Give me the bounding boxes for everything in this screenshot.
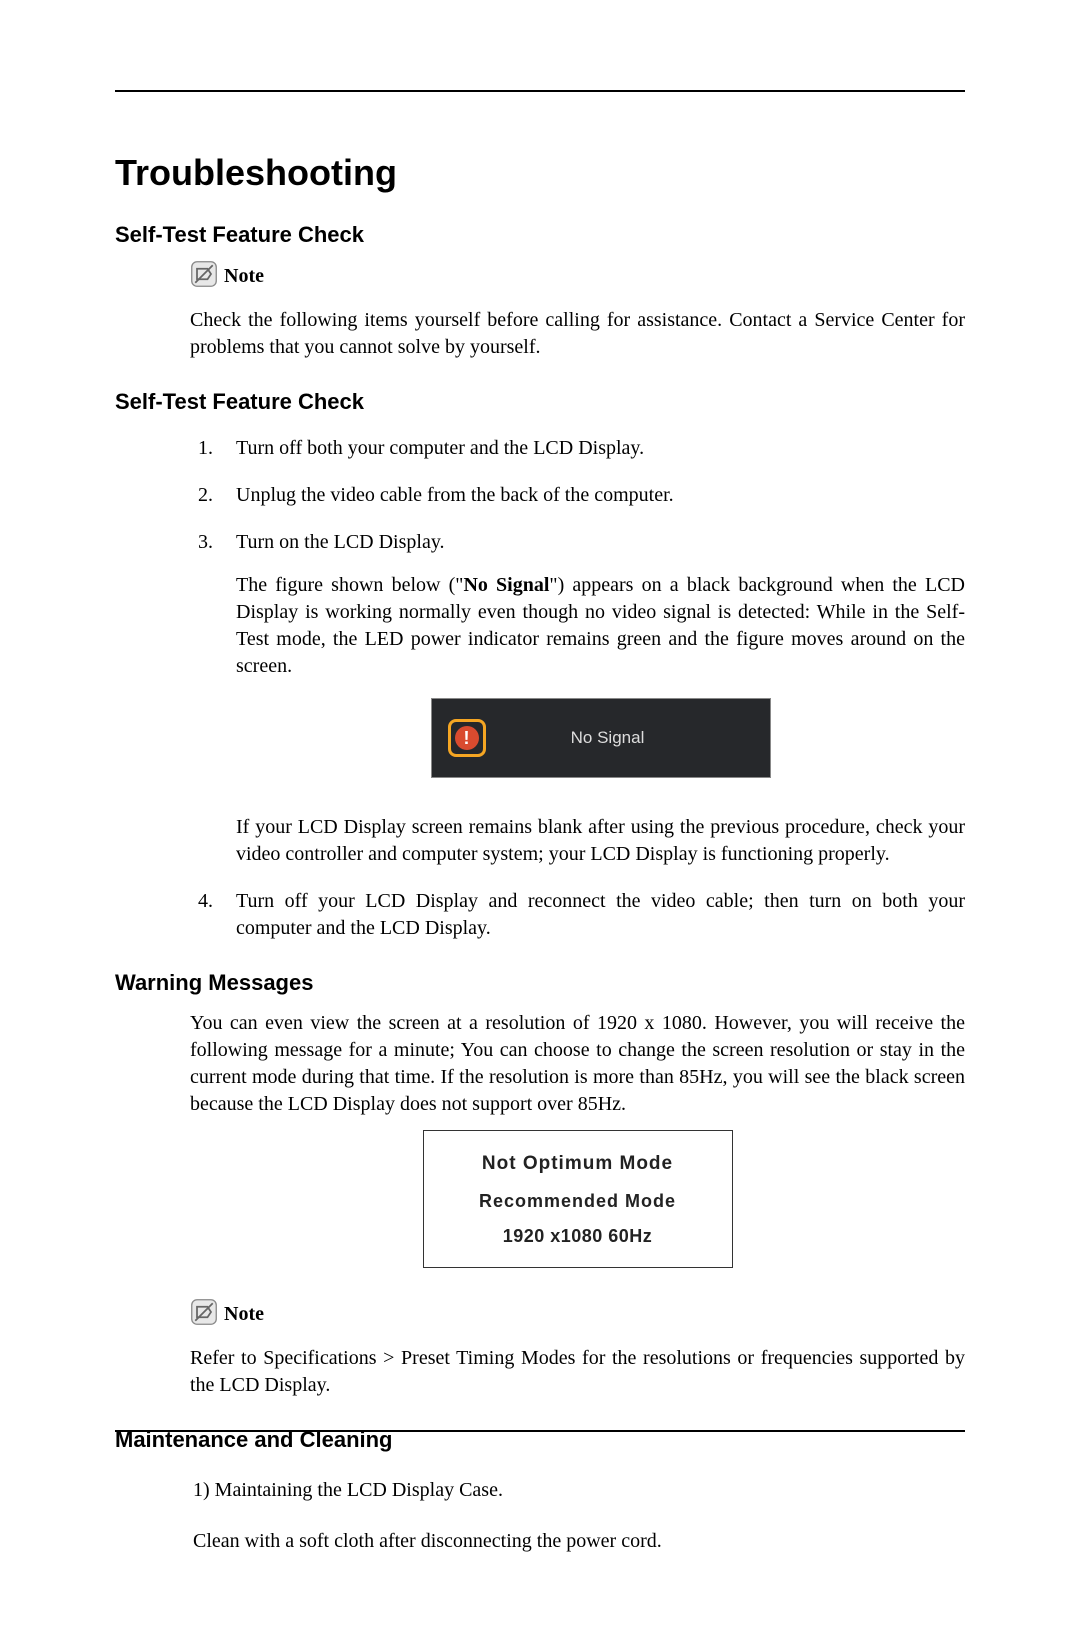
maintenance-line1: 1) Maintaining the LCD Display Case.: [193, 1477, 965, 1504]
box-line1: Not Optimum Mode: [434, 1153, 722, 1175]
note-block: Note: [190, 260, 965, 293]
heading-self-test-2: Self-Test Feature Check: [115, 389, 965, 415]
box-line2: Recommended Mode: [434, 1191, 722, 1212]
step-4: Turn off your LCD Display and reconnect …: [236, 890, 965, 939]
no-signal-figure: ! No Signal: [431, 698, 771, 778]
note-text-2: Refer to Specifications > Preset Timing …: [190, 1345, 965, 1399]
figure-description: The figure shown below ("No Signal") app…: [236, 572, 965, 680]
box-line3: 1920 x1080 60Hz: [434, 1226, 722, 1247]
list-item: Turn off both your computer and the LCD …: [218, 435, 965, 462]
exclamation-icon: !: [455, 726, 479, 750]
alert-icon: !: [448, 719, 486, 757]
note-icon: [190, 260, 218, 293]
not-optimum-mode-figure: Not Optimum Mode Recommended Mode 1920 x…: [423, 1130, 733, 1268]
page-title: Troubleshooting: [115, 152, 965, 194]
step-1: Turn off both your computer and the LCD …: [236, 437, 644, 459]
note-label: Note: [224, 265, 264, 288]
step-2: Unplug the video cable from the back of …: [236, 484, 674, 506]
step-3: Turn on the LCD Display.: [236, 531, 445, 553]
note-icon: [190, 1298, 218, 1331]
heading-warning-messages: Warning Messages: [115, 970, 965, 996]
divider-bottom: [115, 1430, 965, 1432]
list-item: Turn on the LCD Display. The figure show…: [218, 529, 965, 868]
list-item: Turn off your LCD Display and reconnect …: [218, 888, 965, 942]
after-figure-text: If your LCD Display screen remains blank…: [236, 814, 965, 868]
heading-self-test-1: Self-Test Feature Check: [115, 222, 965, 248]
note-block: Note: [190, 1298, 965, 1331]
maintenance-line2: Clean with a soft cloth after disconnect…: [193, 1528, 965, 1555]
note-label: Note: [224, 1303, 264, 1326]
warning-body: You can even view the screen at a resolu…: [190, 1010, 965, 1118]
no-signal-label: No Signal: [486, 727, 770, 750]
divider-top: [115, 90, 965, 92]
self-test-steps: Turn off both your computer and the LCD …: [218, 435, 965, 942]
note-text: Check the following items yourself befor…: [190, 307, 965, 361]
list-item: Unplug the video cable from the back of …: [218, 482, 965, 509]
